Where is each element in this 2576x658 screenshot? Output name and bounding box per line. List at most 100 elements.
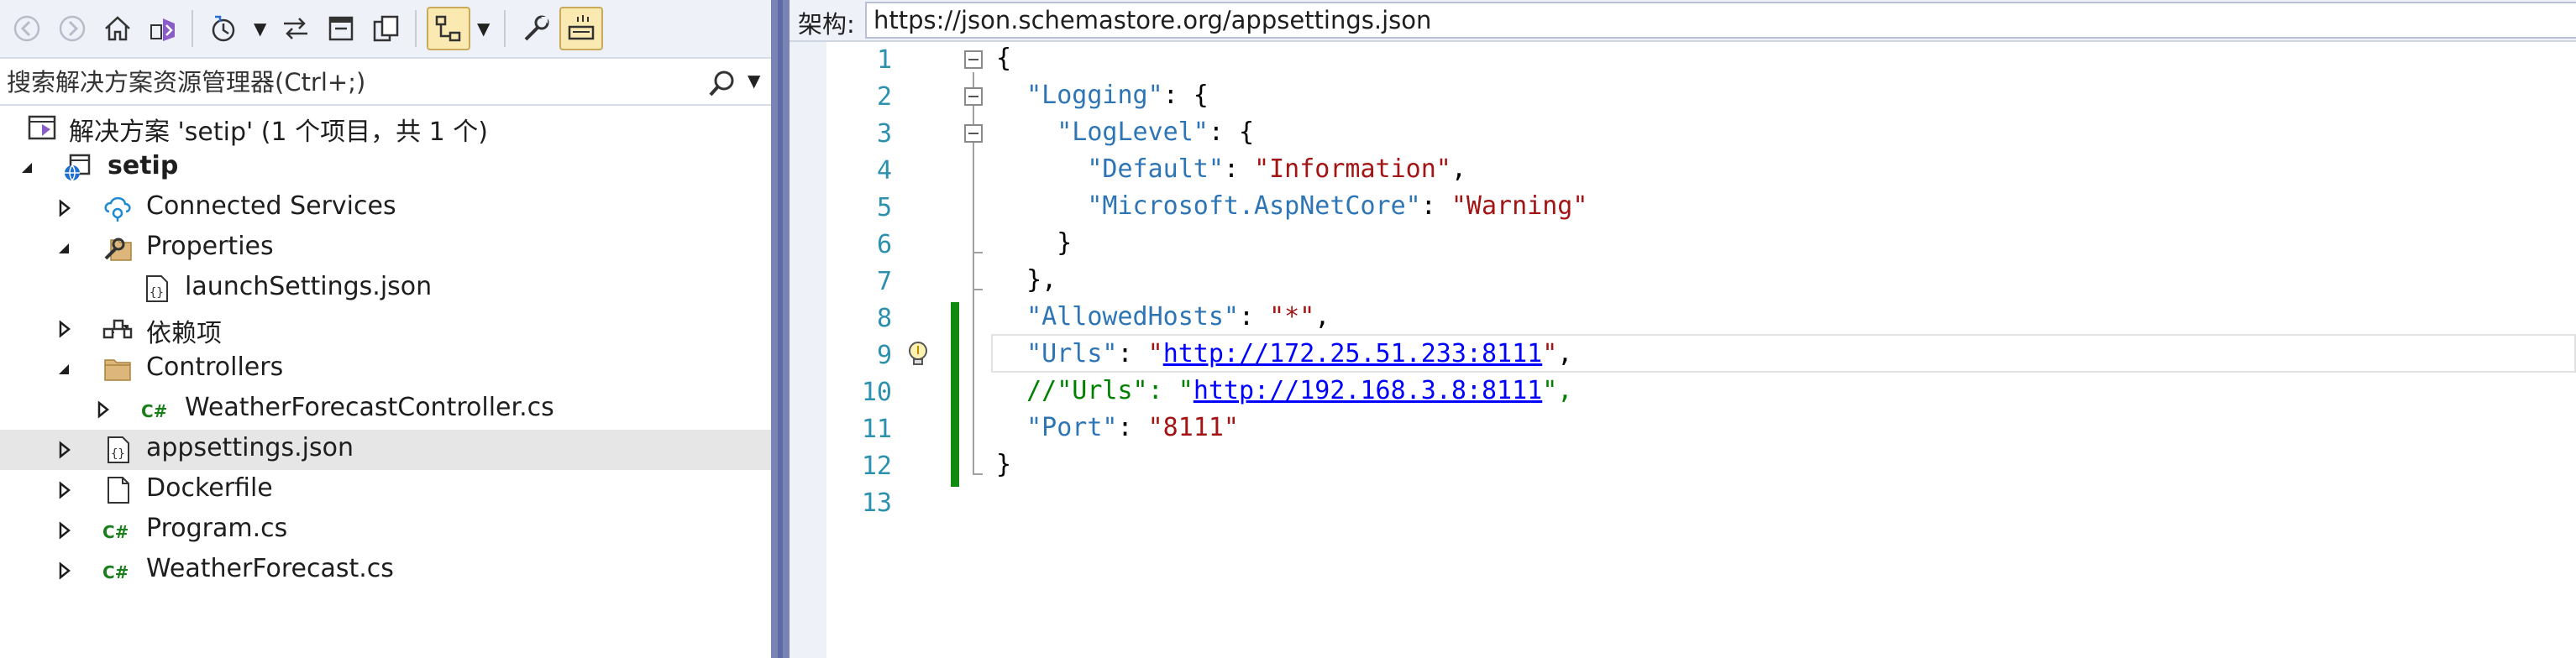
code-line-7[interactable]: }, <box>996 265 1057 295</box>
url-link[interactable]: http://192.168.3.8:8111 <box>1194 376 1542 405</box>
tree-item-connected-services[interactable]: Connected Services <box>0 188 771 228</box>
code-token: , <box>1314 302 1330 332</box>
back-button[interactable] <box>5 7 49 50</box>
collapsed-arrow-icon[interactable] <box>92 400 113 420</box>
code-token: }, <box>1026 265 1057 295</box>
search-input[interactable] <box>7 65 695 99</box>
code-line-11[interactable]: "Port": "8111" <box>996 413 1239 442</box>
collapsed-arrow-icon[interactable] <box>54 561 74 581</box>
home-button[interactable] <box>96 7 139 50</box>
code-line-12[interactable]: } <box>996 450 1011 479</box>
tree-item-controllers[interactable]: Controllers <box>0 349 771 389</box>
collapsed-arrow-icon[interactable] <box>54 319 74 339</box>
json-editor: 架构: 1 2 3 4 5 6 7 8 9 10 11 12 13 { "Log… <box>790 0 2576 658</box>
fold-toggle[interactable] <box>964 50 983 69</box>
code-token: : { <box>1208 118 1255 147</box>
csharp-file-icon: C# <box>102 562 129 582</box>
schema-bar: 架构: <box>790 0 2576 42</box>
code-line-5[interactable]: "Microsoft.AspNetCore": "Warning" <box>996 191 1587 221</box>
forward-button[interactable] <box>50 7 94 50</box>
json-key: "Urls" <box>1026 339 1118 368</box>
tree-item-launchsettings-json[interactable]: {} launchSettings.json <box>0 269 771 309</box>
pending-changes-filter-button[interactable] <box>202 7 245 50</box>
search-icon[interactable] <box>707 69 737 99</box>
tree-row-project[interactable]: setip <box>0 148 771 188</box>
show-tree-icon <box>435 15 461 42</box>
properties-folder-icon <box>104 238 132 261</box>
json-comment: //"Urls": " <box>1026 376 1194 405</box>
code-line-10[interactable]: //"Urls": "http://192.168.3.8:8111", <box>996 376 1572 405</box>
tree-item-label: appsettings.json <box>146 433 354 462</box>
code-line-4[interactable]: "Default": "Information", <box>996 154 1466 184</box>
preview-selected-items-button[interactable] <box>559 7 603 50</box>
properties-button[interactable] <box>514 7 558 50</box>
tree-item-program-cs[interactable]: C# Program.cs <box>0 510 771 551</box>
collapse-all-icon <box>328 16 354 41</box>
explorer-toolbar: ▼ ▼ <box>0 0 771 57</box>
solution-explorer: ▼ ▼ ▼ 解决方案 'setip' (1 个项目，共 1 个) <box>0 0 771 658</box>
web-project-icon <box>65 154 91 181</box>
sync-icon <box>284 18 307 39</box>
line-number: 4 <box>876 156 892 185</box>
code-line-1[interactable]: { <box>996 44 1011 73</box>
connected-services-icon <box>104 196 131 222</box>
code-line-6[interactable]: } <box>996 228 1072 258</box>
code-token: : <box>1117 339 1148 368</box>
switch-views-button[interactable] <box>141 7 185 50</box>
back-icon <box>13 15 40 42</box>
schema-url-input[interactable] <box>865 2 2576 39</box>
tree-item-appsettings-json[interactable]: {} appsettings.json <box>0 430 771 470</box>
code-token: : <box>1117 413 1148 442</box>
collapsed-arrow-icon[interactable] <box>54 480 74 500</box>
code-line-9[interactable]: "Urls": "http://172.25.51.233:8111", <box>996 339 1572 368</box>
tree-item-properties[interactable]: Properties <box>0 228 771 269</box>
collapsed-arrow-icon[interactable] <box>54 440 74 460</box>
preview-icon <box>568 15 595 40</box>
tree-row-solution[interactable]: 解决方案 'setip' (1 个项目，共 1 个) <box>0 107 771 148</box>
sync-button[interactable] <box>274 7 317 50</box>
line-number: 13 <box>861 488 892 518</box>
tree-item-label: 依赖项 <box>146 319 222 348</box>
line-number: 2 <box>876 82 892 112</box>
json-file-icon: {} <box>108 436 129 463</box>
fold-end <box>973 252 983 253</box>
code-line-8[interactable]: "AllowedHosts": "*", <box>996 302 1330 332</box>
code-token: : <box>1223 154 1255 184</box>
code-token: , <box>1557 339 1573 368</box>
expanded-arrow-icon[interactable] <box>54 238 74 258</box>
fold-toggle[interactable] <box>964 87 983 106</box>
tree-item-weatherforecastcontroller-cs[interactable]: C# WeatherForecastController.cs <box>0 389 771 430</box>
expanded-arrow-icon[interactable] <box>17 158 37 178</box>
track-active-item-button[interactable] <box>427 7 470 50</box>
url-link[interactable]: http://172.25.51.233:8111 <box>1163 339 1543 368</box>
collapsed-arrow-icon[interactable] <box>54 520 74 540</box>
dependencies-icon <box>102 319 133 339</box>
csharp-file-icon: C# <box>141 401 167 421</box>
editor-margin <box>790 42 826 658</box>
svg-text:C#: C# <box>102 562 129 582</box>
code-token: { <box>996 44 1012 73</box>
json-key: "AllowedHosts" <box>1026 302 1239 332</box>
toolbar-separator <box>504 10 506 47</box>
json-key: "LogLevel" <box>1057 118 1209 147</box>
chevron-down-icon[interactable]: ▼ <box>477 18 490 39</box>
line-number: 3 <box>876 119 892 149</box>
code-line-2[interactable]: "Logging": { <box>996 81 1209 110</box>
chevron-down-icon[interactable]: ▼ <box>748 70 760 91</box>
fold-toggle[interactable] <box>964 124 983 143</box>
tree-item-label: Controllers <box>146 352 284 382</box>
tree-item-dependencies[interactable]: 依赖项 <box>0 309 771 349</box>
collapsed-arrow-icon[interactable] <box>54 198 74 218</box>
json-key: "Port" <box>1026 413 1118 442</box>
chevron-down-icon[interactable]: ▼ <box>254 18 266 39</box>
tree-item-dockerfile[interactable]: Dockerfile <box>0 470 771 510</box>
collapse-all-button[interactable] <box>319 7 363 50</box>
expanded-arrow-icon[interactable] <box>54 359 74 379</box>
tree-item-weatherforecast-cs[interactable]: C# WeatherForecast.cs <box>0 551 771 591</box>
code-token: : { <box>1162 81 1209 110</box>
schema-label: 架构: <box>798 10 855 39</box>
code-line-3[interactable]: "LogLevel": { <box>996 118 1254 147</box>
json-key: "Microsoft.AspNetCore" <box>1087 191 1421 221</box>
lightbulb-icon[interactable] <box>904 339 932 369</box>
show-all-files-button[interactable] <box>365 7 408 50</box>
